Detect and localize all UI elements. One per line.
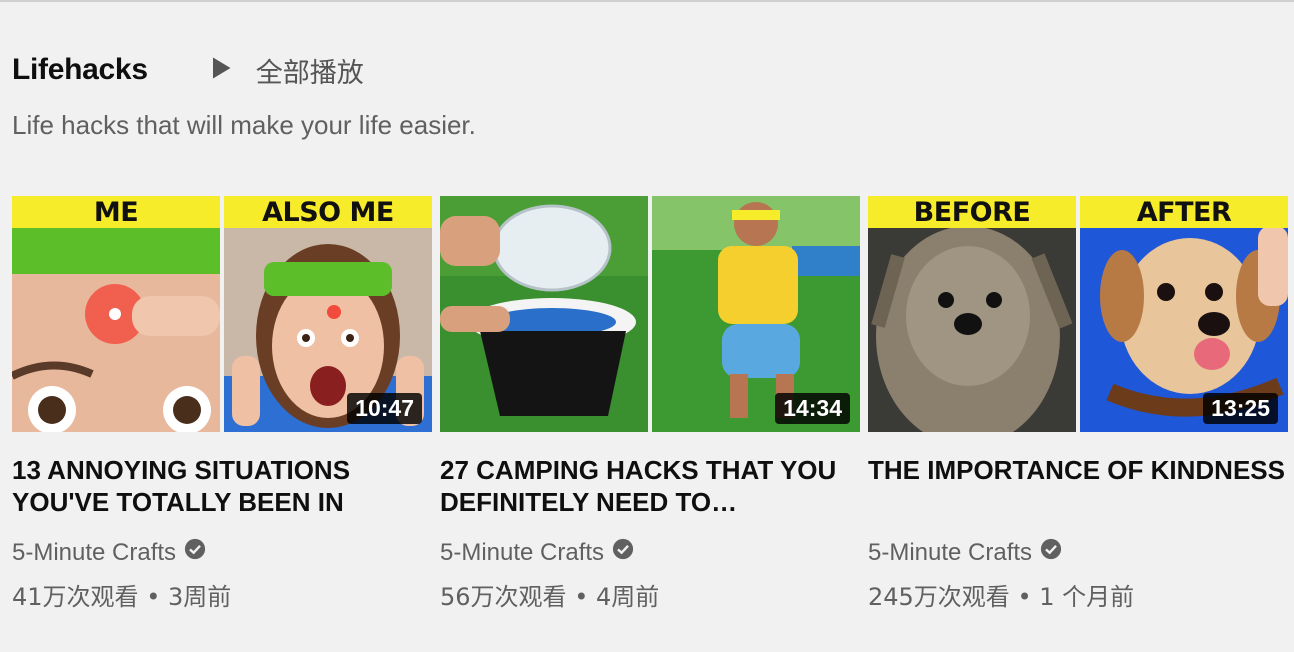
- video-thumbnail[interactable]: BEFORE AFTER 13:25: [868, 196, 1288, 432]
- video-card[interactable]: BEFORE AFTER 13:25 THE IMPORTANCE OF KIN…: [868, 196, 1288, 612]
- shelf-title[interactable]: Lifehacks: [12, 53, 148, 87]
- channel-name[interactable]: 5-Minute Crafts: [868, 539, 1032, 567]
- view-count: 41万次观看: [12, 583, 139, 611]
- verified-badge-icon: [176, 538, 206, 567]
- video-thumbnail[interactable]: 14:34: [440, 196, 860, 432]
- video-title[interactable]: 13 ANNOYING SITUATIONS YOU'VE TOTALLY BE…: [12, 454, 432, 518]
- thumbnail-banner-left: BEFORE: [868, 196, 1076, 228]
- verified-badge-icon: [604, 538, 634, 567]
- video-list: ME ALSO ME 10:47 13 ANNOYING SITUATIONS …: [12, 196, 1294, 612]
- video-card[interactable]: ME ALSO ME 10:47 13 ANNOYING SITUATIONS …: [12, 196, 432, 612]
- thumbnail-banner-left: ME: [12, 196, 220, 228]
- thumbnail-banner-right: ALSO ME: [224, 196, 432, 228]
- play-icon: [206, 54, 234, 87]
- video-meta: 56万次观看 • 4周前: [440, 577, 860, 612]
- meta-separator: •: [1017, 583, 1040, 611]
- upload-age: 4周前: [595, 583, 660, 611]
- thumbnail-left-panel: BEFORE: [868, 196, 1076, 432]
- video-card[interactable]: 14:34 27 CAMPING HACKS THAT YOU DEFINITE…: [440, 196, 860, 612]
- meta-separator: •: [574, 583, 596, 611]
- verified-badge-icon: [1032, 538, 1062, 567]
- channel-name[interactable]: 5-Minute Crafts: [440, 539, 604, 567]
- video-meta: 41万次观看 • 3周前: [12, 577, 432, 612]
- thumbnail-left-panel: [440, 196, 648, 432]
- meta-separator: •: [146, 583, 168, 611]
- video-meta: 245万次观看 • 1 个月前: [868, 577, 1288, 612]
- shelf-description: Life hacks that will make your life easi…: [12, 110, 476, 140]
- top-divider: [0, 0, 1294, 2]
- video-thumbnail[interactable]: ME ALSO ME 10:47: [12, 196, 432, 432]
- duration-badge: 13:25: [1203, 393, 1278, 424]
- thumbnail-left-panel: ME: [12, 196, 220, 432]
- duration-badge: 14:34: [775, 393, 850, 424]
- video-title[interactable]: THE IMPORTANCE OF KINDNESS: [868, 454, 1288, 518]
- shelf-header: Lifehacks 全部播放: [12, 50, 364, 90]
- channel-name[interactable]: 5-Minute Crafts: [12, 539, 176, 567]
- play-all-button[interactable]: 全部播放: [206, 51, 364, 90]
- upload-age: 3周前: [167, 583, 232, 611]
- video-title[interactable]: 27 CAMPING HACKS THAT YOU DEFINITELY NEE…: [440, 454, 860, 518]
- play-all-label: 全部播放: [255, 57, 364, 89]
- thumbnail-banner-right: AFTER: [1080, 196, 1288, 228]
- upload-age: 1 个月前: [1039, 583, 1135, 611]
- view-count: 56万次观看: [440, 583, 567, 611]
- duration-badge: 10:47: [347, 393, 422, 424]
- view-count: 245万次观看: [868, 583, 1010, 611]
